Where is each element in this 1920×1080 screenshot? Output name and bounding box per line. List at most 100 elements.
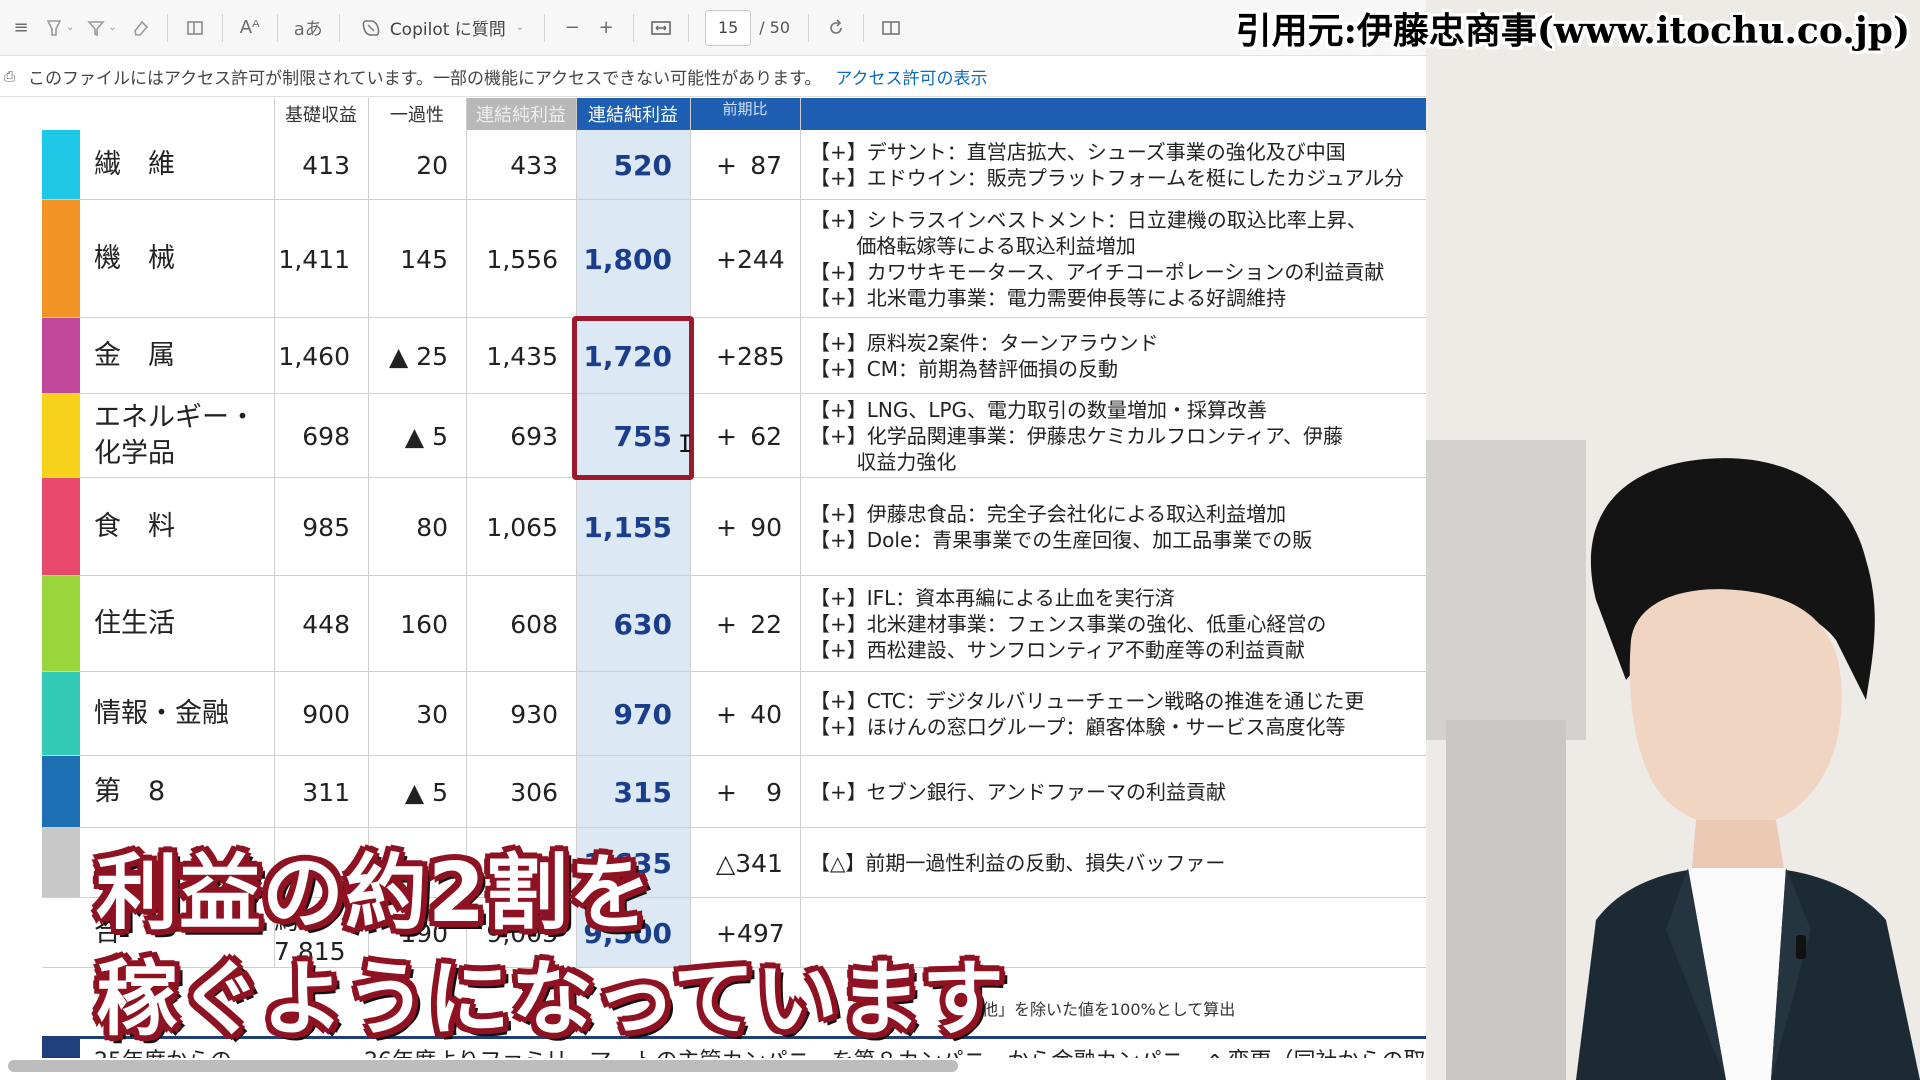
net-profit-prev-cell: 433 [510, 150, 558, 180]
yoy-change-cell: +40 [716, 672, 782, 756]
band-marker [42, 1039, 80, 1058]
one-time-cell: 30 [416, 699, 448, 729]
note-line: 【+】原料炭2案件：ターンアラウンド [810, 331, 1159, 355]
text-cursor-icon: I [678, 430, 693, 458]
base-income-cell: 1,460 [278, 341, 350, 371]
segment-name: 情報・金融 [94, 698, 229, 729]
highlight-icon[interactable]: ⌄ [38, 10, 80, 46]
one-time-cell: ▲ 25 [389, 341, 448, 371]
base-income-cell: 698 [302, 421, 350, 451]
net-profit-prev-cell: 306 [510, 777, 558, 807]
base-income-cell: 448 [302, 609, 350, 639]
one-time-cell: 20 [416, 150, 448, 180]
toolbar-divider [221, 13, 223, 42]
eraser-icon[interactable] [123, 10, 157, 46]
segment-name: 繊 維 [94, 149, 175, 180]
toolbar-divider [808, 13, 810, 42]
net-profit-cell: 1,800 [583, 242, 672, 276]
toolbar-divider [338, 13, 340, 42]
base-income-cell: 985 [302, 512, 350, 542]
net-profit-cell: 630 [613, 607, 672, 641]
change-sign: + [716, 512, 737, 542]
note-line: 【+】LNG、LPG、電力取引の数量増加・採算改善 [810, 398, 1268, 422]
change-notes: 【+】IFL：資本再編による止血を実行済 【+】北米建材事業：フェンス事業の強化、… [810, 576, 1426, 672]
segment-color-bar [42, 576, 80, 671]
segment-name: 住生活 [94, 608, 175, 639]
change-notes: 【△】前期一過性利益の反動、損失バッファー [810, 828, 1426, 898]
table-row: 住生活 448 160 608 630 +22 【+】IFL：資本再編による止血を実行済 【+… [42, 576, 1426, 672]
table-row: 食 料 985 80 1,065 1,155 +90 【+】伊藤忠食品：完全子会社化による取… [42, 478, 1426, 576]
table-row: 繊 維 413 20 433 520 +87 【+】デサント：直営店拡大、シューズ事業の強化… [42, 130, 1426, 200]
copilot-ask-button[interactable]: Copilot に質問 ⌄ [350, 10, 534, 46]
table-row: エネルギー・ 化学品 698 ▲ 5 693 755 +62 【+】LNG、LPG、電力取引… [42, 394, 1426, 478]
one-time-cell: 80 [416, 512, 448, 542]
column-header: 基礎収益 [285, 105, 357, 126]
segment-color-bar [42, 318, 80, 393]
fit-width-icon[interactable] [644, 10, 678, 46]
menu-icon[interactable]: ≡ [4, 10, 38, 46]
rotate-icon[interactable] [819, 10, 853, 46]
note-line: 収益力強化 [810, 450, 957, 474]
change-notes: 【+】セブン銀行、アンドファーマの利益貢献 [810, 756, 1426, 828]
header-band [800, 98, 1426, 130]
change-value: 90 [750, 512, 782, 542]
base-income-cell: 413 [302, 150, 350, 180]
change-value: 341 [735, 848, 783, 878]
toolbar-divider [544, 13, 546, 42]
net-profit-cell: 1,155 [583, 510, 672, 544]
segment-color-bar [42, 828, 80, 897]
net-profit-prev-cell: 1,435 [486, 341, 558, 371]
page-number-input[interactable]: 15 [705, 9, 752, 46]
base-income-cell: 311 [302, 777, 350, 807]
zoom-in-button[interactable]: + [589, 10, 623, 46]
column-header: 連結純利益 [576, 98, 690, 130]
column-header: 連結純利益 [466, 98, 576, 130]
segment-name: 機 械 [94, 243, 175, 274]
change-value: 40 [750, 699, 782, 729]
change-sign: + [716, 699, 737, 729]
change-sign: + [716, 777, 737, 807]
caption-line-2: 稼ぐようになっています [96, 952, 1005, 1047]
change-notes: 【+】デサント：直営店拡大、シューズ事業の強化及び中国 【+】エドウイン：販売プラ… [810, 130, 1426, 200]
change-sign: + [716, 244, 737, 274]
view-permissions-link[interactable]: アクセス許可の表示 [835, 64, 987, 89]
table-row: 機 械 1,411 145 1,556 1,800 +244 【+】シトラスインベストメント… [42, 200, 1426, 318]
yoy-change-cell: +22 [716, 576, 782, 672]
segment-color-bar [42, 756, 80, 827]
table-row: 金 属 1,460 ▲ 25 1,435 1,720 +285 【+】原料炭2案件：ターンア… [42, 318, 1426, 394]
toolbar-divider [276, 13, 278, 42]
toolbar-divider [688, 13, 690, 42]
yoy-change-cell: +9 [716, 756, 782, 828]
change-sign: + [716, 150, 737, 180]
column-header: 前期比 [690, 98, 800, 130]
translate-button[interactable]: aあ [288, 10, 329, 46]
toolbar-divider [166, 13, 168, 42]
filter-icon[interactable]: ⌄ [80, 10, 122, 46]
note-line: 【+】CTC：デジタルバリューチェーン戦略の推進を通じた更 [810, 689, 1365, 713]
change-value: 9 [766, 777, 782, 807]
note-line: 【+】セブン銀行、アンドファーマの利益貢献 [810, 780, 1226, 804]
change-value: 22 [750, 609, 782, 639]
yoy-change-cell: +285 [716, 318, 785, 394]
base-income-cell: 900 [302, 699, 350, 729]
chevron-down-icon: ⌄ [515, 22, 525, 33]
change-value: 285 [736, 341, 785, 371]
net-profit-cell: 970 [613, 697, 672, 731]
two-page-icon[interactable] [874, 10, 908, 46]
toolbar-divider [633, 13, 635, 42]
copilot-icon [362, 19, 380, 36]
segment-color-bar [42, 672, 80, 755]
note-line: 【+】CM：前期為替評価損の反動 [810, 357, 1118, 381]
column-header: 一過性 [390, 105, 444, 126]
zoom-out-button[interactable]: − [555, 10, 589, 46]
annotation-highlight-box [572, 316, 694, 480]
sidebar-toggle-icon[interactable] [178, 10, 212, 46]
note-line: 【+】デサント：直営店拡大、シューズ事業の強化及び中国 [810, 140, 1346, 164]
permission-notice-text: このファイルにはアクセス許可が制限されています。一部の機能にアクセスできない可能… [28, 69, 822, 89]
toolbar-divider [863, 13, 865, 42]
read-aloud-button[interactable]: Aᴬ [233, 10, 267, 46]
copilot-label: Copilot に質問 [389, 20, 506, 40]
segment-name: 食 料 [94, 511, 175, 542]
horizontal-scrollbar[interactable] [8, 1060, 958, 1072]
change-notes: 【+】シトラスインベストメント：日立建機の取込比率上昇、 価格転嫁等による取込利… [810, 200, 1426, 318]
